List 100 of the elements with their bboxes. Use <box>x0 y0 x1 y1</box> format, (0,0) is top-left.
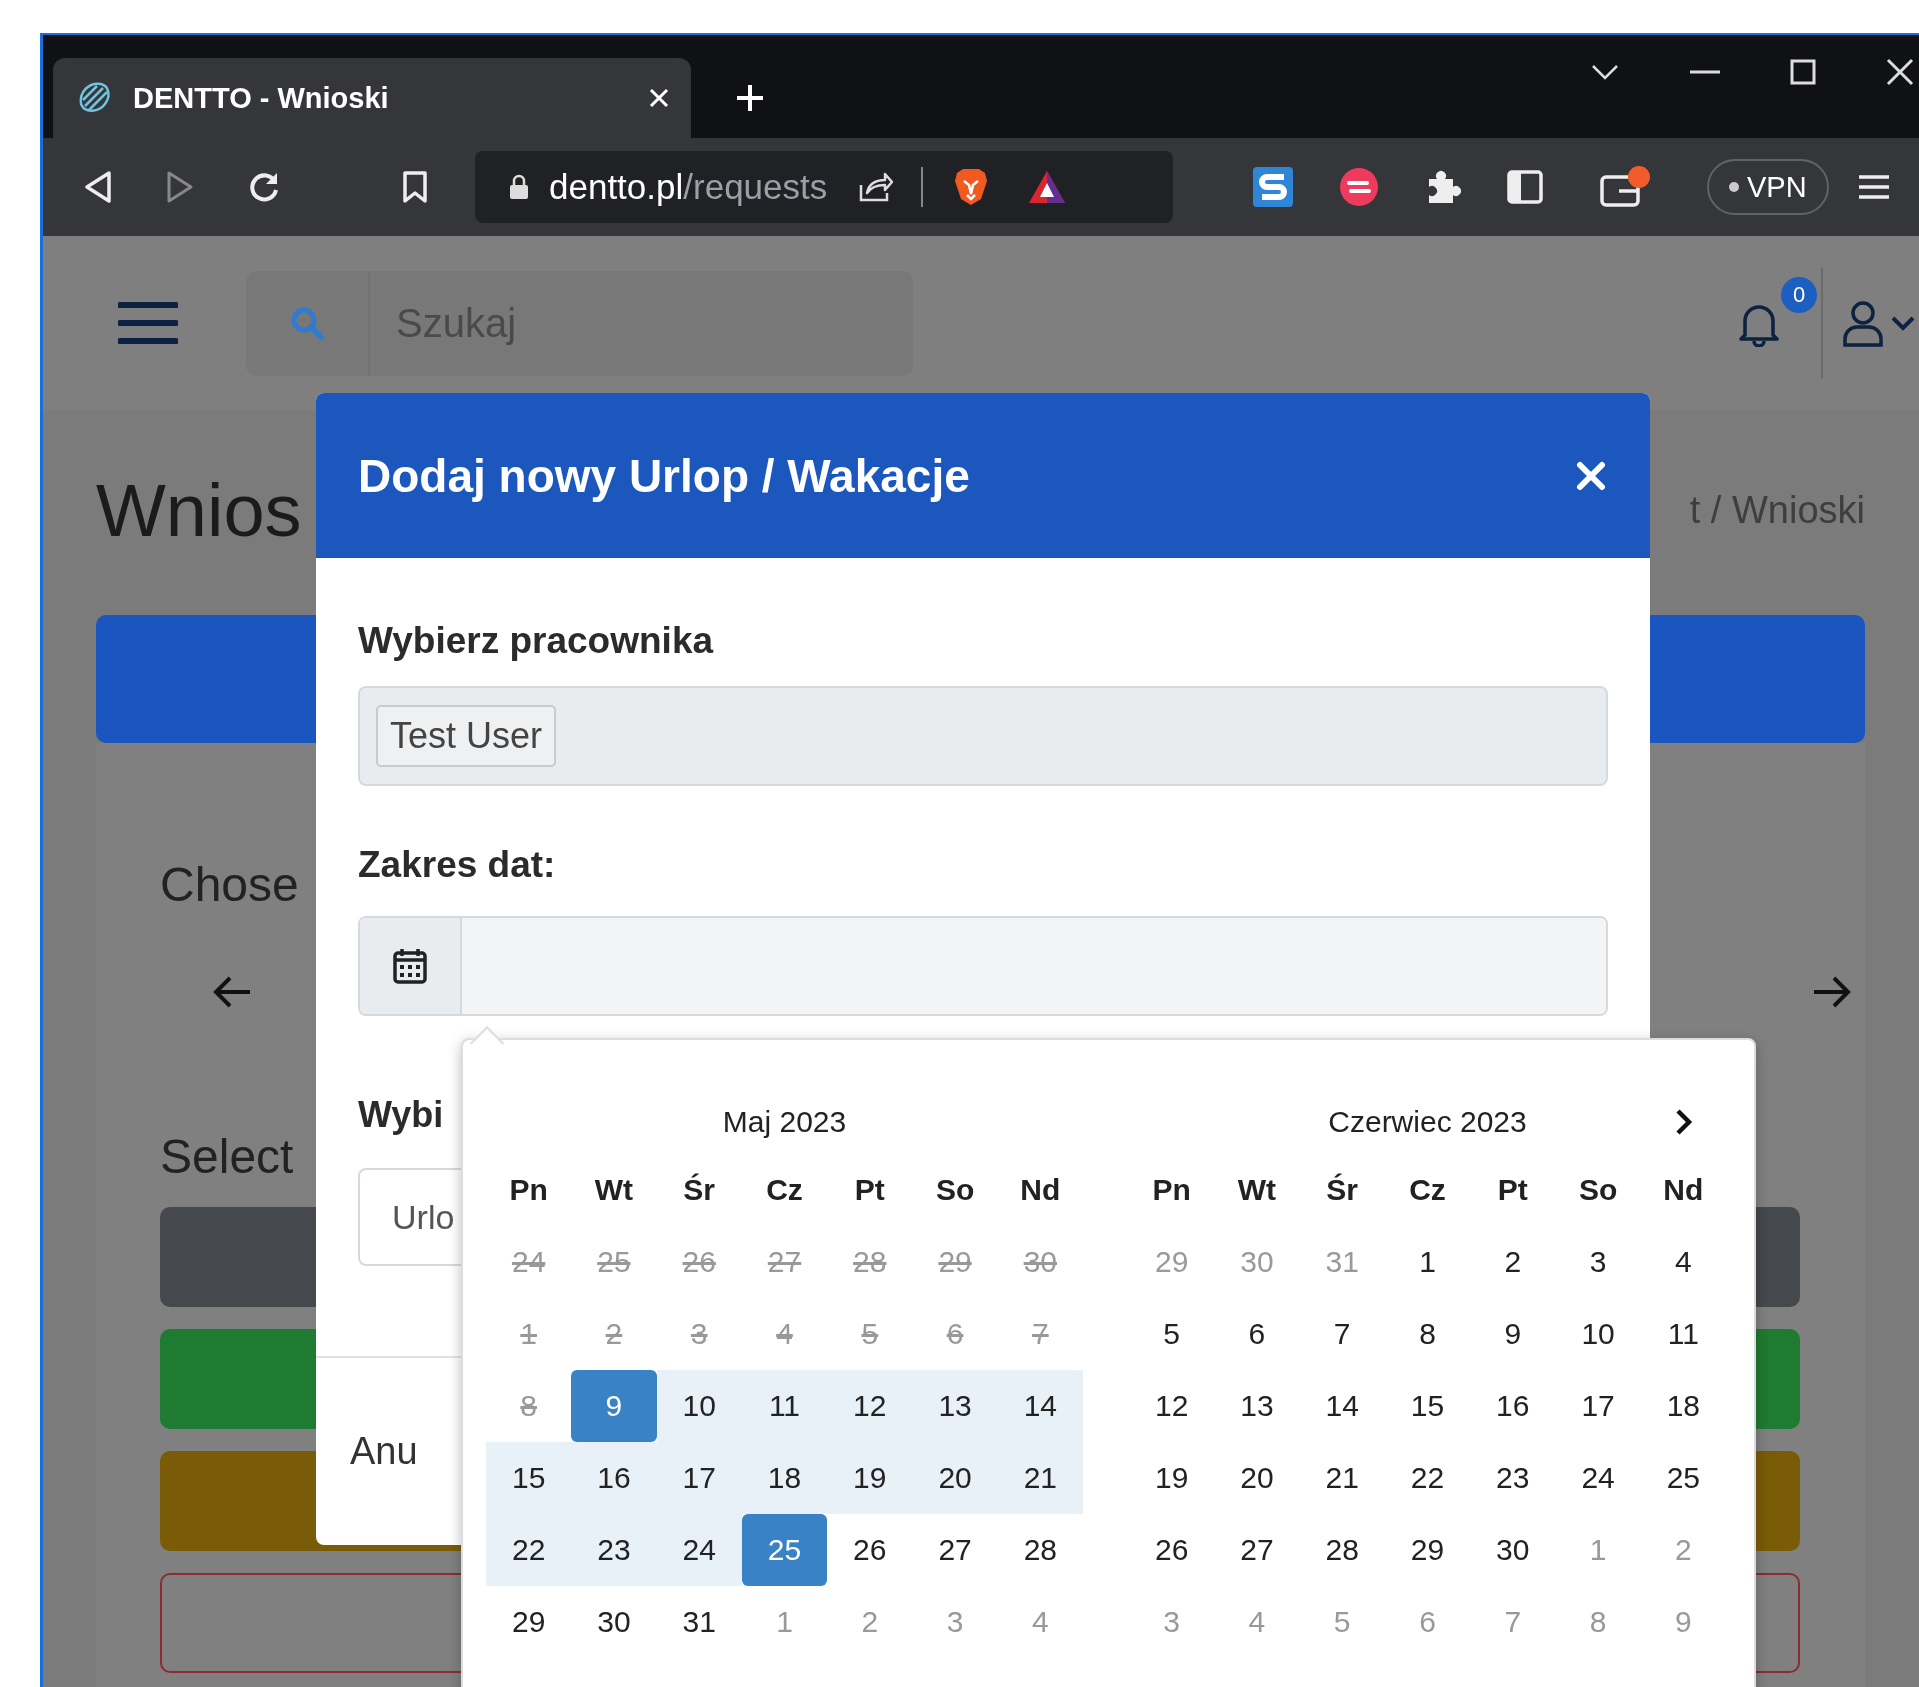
lock-icon <box>509 174 529 200</box>
calendar-day[interactable]: 11 <box>741 1370 828 1442</box>
calendar-day[interactable]: 9 <box>1470 1298 1556 1370</box>
reload-icon[interactable] <box>247 170 281 204</box>
month-title: Czerwiec 2023 <box>1328 1105 1527 1139</box>
employee-select[interactable]: Test User <box>358 686 1608 786</box>
calendar-day[interactable]: 6 <box>1214 1298 1300 1370</box>
close-icon[interactable] <box>647 86 671 110</box>
vpn-button[interactable]: VPN <box>1707 159 1829 215</box>
calendar-day[interactable]: 19 <box>1129 1442 1215 1514</box>
calendar-day[interactable]: 29 <box>486 1586 572 1658</box>
browser-tab[interactable]: DENTTO - Wnioski <box>53 58 691 138</box>
section-title: Select <box>160 1129 294 1185</box>
user-icon[interactable] <box>1841 299 1885 347</box>
calendar-day[interactable]: 5 <box>1129 1298 1215 1370</box>
forward-icon[interactable] <box>165 170 195 204</box>
address-bar[interactable]: dentto.pl/requests <box>475 151 1173 223</box>
calendar-day[interactable]: 15 <box>486 1442 572 1514</box>
calendar-day[interactable]: 17 <box>1555 1370 1641 1442</box>
calendar-day[interactable]: 29 <box>1384 1514 1471 1586</box>
calendar-day[interactable]: 25 <box>741 1514 828 1586</box>
maximize-icon[interactable] <box>1790 58 1816 85</box>
calendar-day[interactable]: 25 <box>1640 1442 1726 1514</box>
stripes-circle-icon[interactable] <box>1339 167 1379 207</box>
calendar-day[interactable]: 22 <box>486 1514 572 1586</box>
calendar-day[interactable]: 24 <box>656 1514 742 1586</box>
calendar-day[interactable]: 19 <box>827 1442 913 1514</box>
calendar-day[interactable]: 27 <box>1214 1514 1300 1586</box>
calendar-day[interactable]: 23 <box>1470 1442 1556 1514</box>
calendar-day[interactable]: 30 <box>1470 1514 1556 1586</box>
calendar-day[interactable]: 15 <box>1384 1370 1471 1442</box>
calendar-day[interactable]: 31 <box>656 1586 742 1658</box>
weekday-label: So <box>1577 1172 1619 1208</box>
calendar-day[interactable]: 28 <box>1299 1514 1385 1586</box>
weekday-label: Śr <box>682 1172 717 1208</box>
calendar-day: 26 <box>656 1226 742 1298</box>
calendar-day[interactable]: 20 <box>1214 1442 1300 1514</box>
calendar-day[interactable]: 16 <box>1470 1370 1556 1442</box>
calendar-day[interactable]: 22 <box>1384 1442 1471 1514</box>
wallet-icon[interactable] <box>1599 165 1651 209</box>
calendar-day[interactable]: 2 <box>1470 1226 1556 1298</box>
calendar-day[interactable]: 21 <box>997 1442 1083 1514</box>
weekday-label: Śr <box>1325 1172 1360 1208</box>
calendar-day[interactable]: 3 <box>1555 1226 1641 1298</box>
calendar-day[interactable]: 18 <box>741 1442 828 1514</box>
calendar-day: 1 <box>486 1298 572 1370</box>
calendar-day[interactable]: 13 <box>1214 1370 1300 1442</box>
s-logo-icon[interactable] <box>1253 167 1293 207</box>
menu-icon[interactable] <box>1858 172 1889 202</box>
calendar-day[interactable]: 12 <box>1129 1370 1215 1442</box>
calendar-day: 27 <box>741 1226 828 1298</box>
calendar-day[interactable]: 10 <box>1555 1298 1641 1370</box>
calendar-day: 8 <box>486 1370 572 1442</box>
calendar-day[interactable]: 11 <box>1640 1298 1726 1370</box>
weekday-label: So <box>934 1172 976 1208</box>
calendar-day[interactable]: 16 <box>571 1442 657 1514</box>
calendar-day[interactable]: 7 <box>1299 1298 1385 1370</box>
calendar-day[interactable]: 13 <box>912 1370 998 1442</box>
calendar-day[interactable]: 12 <box>827 1370 913 1442</box>
calendar-day[interactable]: 26 <box>827 1514 913 1586</box>
cancel-button[interactable]: Anu <box>336 1420 432 1483</box>
calendar-day[interactable]: 1 <box>1384 1226 1471 1298</box>
plus-icon[interactable] <box>735 83 765 113</box>
caret-icon[interactable] <box>1891 315 1915 331</box>
calendar-day[interactable]: 14 <box>1299 1370 1385 1442</box>
calendar-day[interactable]: 26 <box>1129 1514 1215 1586</box>
chevron-right-icon[interactable] <box>1674 1107 1694 1137</box>
lion-shield-icon[interactable] <box>953 167 990 207</box>
sidebar-icon[interactable] <box>1507 170 1543 204</box>
minimize-icon[interactable] <box>1690 69 1720 74</box>
calendar-day[interactable]: 17 <box>656 1442 742 1514</box>
calendar-day[interactable]: 10 <box>656 1370 742 1442</box>
close-icon[interactable] <box>1886 57 1914 86</box>
calendar-day[interactable]: 9 <box>571 1370 657 1442</box>
calendar-day[interactable]: 18 <box>1640 1370 1726 1442</box>
back-icon[interactable] <box>83 170 113 204</box>
calendar-day: 5 <box>827 1298 913 1370</box>
weekday-label: Pn <box>508 1172 549 1208</box>
share-icon[interactable] <box>857 171 894 203</box>
url-text: dentto.pl/requests <box>549 167 828 207</box>
calendar-day: 7 <box>997 1298 1083 1370</box>
calendar-day[interactable]: 14 <box>997 1370 1083 1442</box>
calendar-day[interactable]: 27 <box>912 1514 998 1586</box>
section-title: Chose <box>160 857 299 913</box>
calendar-day[interactable]: 30 <box>571 1586 657 1658</box>
arrow-left-icon[interactable] <box>212 975 252 1009</box>
arrow-right-icon[interactable] <box>1812 975 1852 1009</box>
triangle-icon[interactable] <box>1027 169 1068 205</box>
calendar-day[interactable]: 8 <box>1384 1298 1471 1370</box>
calendar-day[interactable]: 28 <box>997 1514 1083 1586</box>
calendar-day: 3 <box>656 1298 742 1370</box>
notification-badge: 0 <box>1781 277 1817 313</box>
selected-tag: Test User <box>376 705 557 767</box>
calendar-day[interactable]: 20 <box>912 1442 998 1514</box>
calendar-day[interactable]: 21 <box>1299 1442 1385 1514</box>
calendar-day[interactable]: 4 <box>1640 1226 1726 1298</box>
calendar-day: 29 <box>912 1226 998 1298</box>
calendar-day[interactable]: 24 <box>1555 1442 1641 1514</box>
calendar-day[interactable]: 23 <box>571 1514 657 1586</box>
bookmark-icon[interactable] <box>401 170 429 204</box>
